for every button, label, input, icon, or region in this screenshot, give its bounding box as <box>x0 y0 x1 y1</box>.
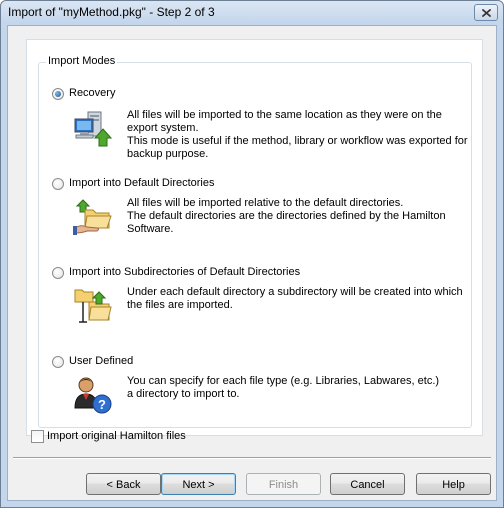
window-title: Import of "myMethod.pkg" - Step 2 of 3 <box>8 5 215 19</box>
import-wizard-window: Import of "myMethod.pkg" - Step 2 of 3 I… <box>0 0 504 508</box>
computer-arrow-icon <box>74 111 113 147</box>
desc-line: You can specify for each file type (e.g.… <box>127 375 440 387</box>
import-modes-legend: Import Modes <box>46 55 118 67</box>
subdirectories-description: Under each default directory a subdirect… <box>127 286 472 312</box>
desc-line: All files will be imported relative to t… <box>127 197 404 209</box>
close-icon <box>482 9 491 17</box>
folder-hand-icon <box>73 199 112 235</box>
wizard-page-panel: Import Modes Recovery All files will be … <box>26 39 483 436</box>
desc-line: a directory to import to. <box>127 388 240 400</box>
recovery-description: All files will be imported to the same l… <box>127 109 472 161</box>
next-button[interactable]: Next > <box>161 473 236 495</box>
desc-line: All files will be imported to the same l… <box>127 109 442 121</box>
desc-line: Software. <box>127 223 174 235</box>
desc-line: Under each default directory a subdirect… <box>127 286 463 298</box>
button-divider <box>13 457 491 459</box>
user-defined-description: You can specify for each file type (e.g.… <box>127 375 472 401</box>
default-directories-radio[interactable] <box>52 178 64 190</box>
subfolder-icon <box>74 289 112 323</box>
desc-line: This mode is useful if the method, libra… <box>127 135 468 147</box>
import-original-checkbox[interactable] <box>31 430 44 443</box>
desc-line: the files are imported. <box>127 299 233 311</box>
cancel-button[interactable]: Cancel <box>330 473 405 495</box>
user-defined-radio[interactable] <box>52 356 64 368</box>
desc-line: The default directories are the director… <box>127 210 446 222</box>
dialog-client-area: Import Modes Recovery All files will be … <box>7 25 497 501</box>
close-button[interactable] <box>474 4 498 21</box>
help-button[interactable]: Help <box>416 473 491 495</box>
finish-button[interactable]: Finish <box>246 473 321 495</box>
desc-line: export system. <box>127 122 199 134</box>
subdirectories-radio[interactable] <box>52 267 64 279</box>
desc-line: backup purpose. <box>127 148 209 160</box>
svg-text:?: ? <box>98 397 106 412</box>
subdirectories-label[interactable]: Import into Subdirectories of Default Di… <box>69 266 300 278</box>
default-directories-description: All files will be imported relative to t… <box>127 197 472 236</box>
recovery-label[interactable]: Recovery <box>69 87 115 99</box>
recovery-radio[interactable] <box>52 88 64 100</box>
user-help-icon: ? <box>74 377 112 414</box>
default-directories-label[interactable]: Import into Default Directories <box>69 177 215 189</box>
back-button[interactable]: < Back <box>86 473 161 495</box>
import-original-label[interactable]: Import original Hamilton files <box>47 430 186 442</box>
title-bar[interactable]: Import of "myMethod.pkg" - Step 2 of 3 <box>1 1 503 23</box>
user-defined-label[interactable]: User Defined <box>69 355 133 367</box>
